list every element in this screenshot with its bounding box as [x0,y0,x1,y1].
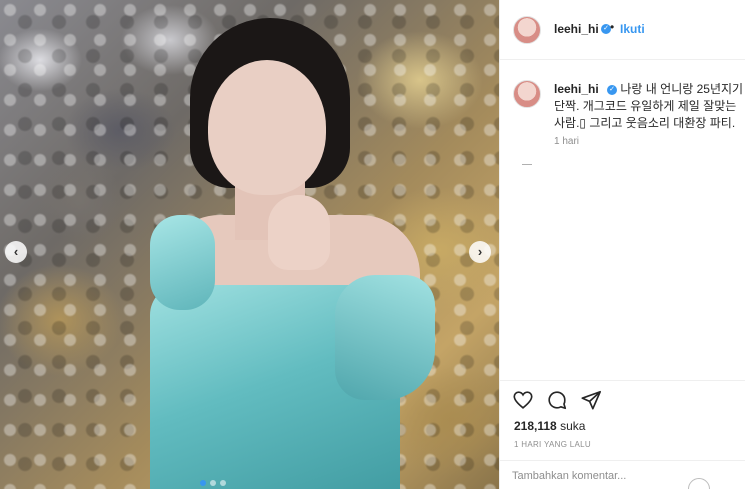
header-username[interactable]: leehi_hi [554,22,599,36]
likes-suffix: suka [560,419,586,433]
caption-line-2: 단짝. 개그코드 유일하게 제일 잘맞는 [554,99,737,113]
carousel-indicator [200,480,226,486]
caption-block: leehi_hi ✓ 나랑 내 언니랑 25년지기 단짝. 개그코드 유일하게 … [500,60,745,380]
verified-badge-icon: ✓ [607,84,618,95]
next-photo-button[interactable]: › [469,241,491,263]
comment-input[interactable] [512,467,682,485]
caption-line-3: 사람.▯ 그리고 웃음소리 대환장 파티. [554,116,736,130]
photo-dress-sleeve-left [150,215,215,310]
post-side-panel: leehi_hi ✓ • Ikuti leehi_hi ✓ 나랑 내 언니랑 2… [499,0,745,489]
comment-icon[interactable] [546,389,568,411]
carousel-dot [220,480,226,486]
previous-photo-button[interactable]: ‹ [5,241,27,263]
share-icon[interactable] [580,389,602,411]
likes-number: 218,118 [514,419,557,433]
post-photo[interactable]: ‹ › [0,0,499,489]
photo-person-face [208,60,326,195]
post-timestamp: 1 HARI YANG LALU [514,440,591,449]
likes-count[interactable]: 218,118 suka [514,419,585,433]
heart-icon[interactable] [512,389,534,411]
caption-username[interactable]: leehi_hi [554,82,599,96]
avatar[interactable] [513,16,541,44]
comment-bar [500,460,745,489]
photo-dress-sleeve-right [335,275,435,400]
carousel-dot-active [200,480,206,486]
caption-timestamp: 1 hari [554,136,580,147]
caption-avatar[interactable] [513,80,541,108]
follow-button[interactable]: Ikuti [620,22,645,36]
caption-line-1: 나랑 내 언니랑 25년지기 [620,82,744,96]
view-replies-dash[interactable] [522,164,532,165]
header-separator: • [610,20,615,34]
emoji-icon[interactable] [688,478,710,489]
photo-person-hand [268,195,330,270]
post-actions: 218,118 suka 1 HARI YANG LALU [500,380,745,460]
caption-text: leehi_hi ✓ 나랑 내 언니랑 25년지기 단짝. 개그코드 유일하게 … [554,81,745,132]
carousel-dot [210,480,216,486]
post-header: leehi_hi ✓ • Ikuti [500,0,745,60]
